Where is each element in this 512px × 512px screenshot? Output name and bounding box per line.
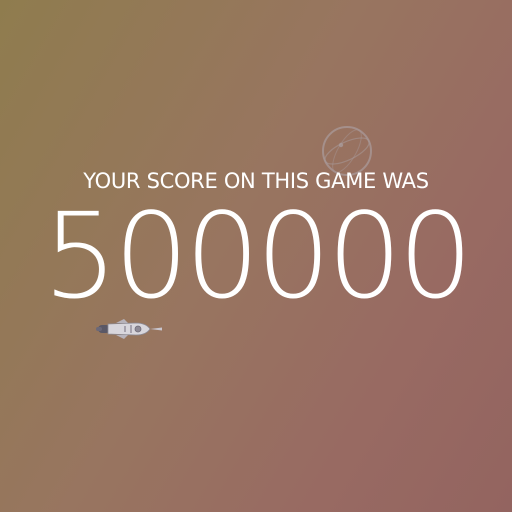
- spaceship-icon: [96, 319, 162, 339]
- score-value: 500000: [42, 187, 473, 325]
- game-over-screen: YOUR SCORE ON THIS GAME WAS 500000: [0, 0, 512, 512]
